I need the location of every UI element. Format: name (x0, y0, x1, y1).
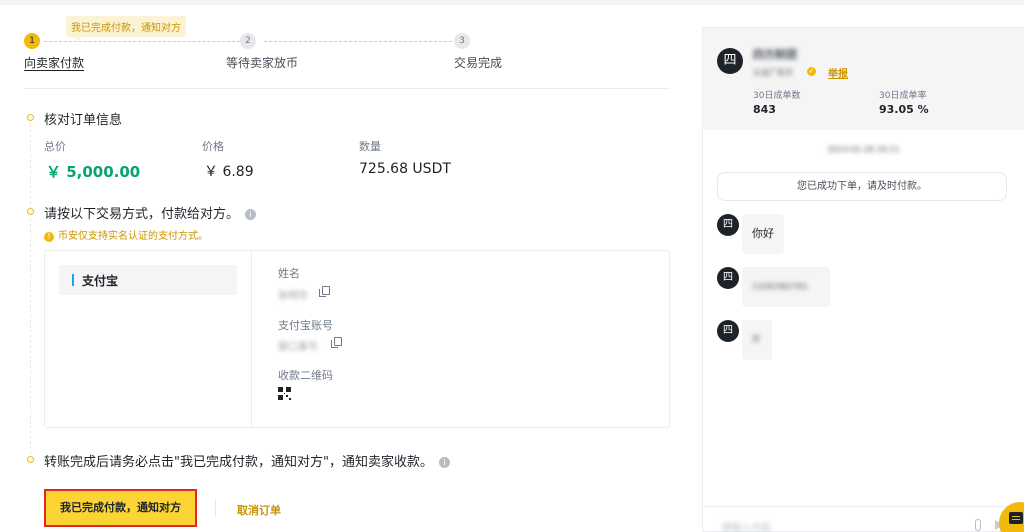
verified-icon: ✓ (807, 67, 816, 76)
qr-label: 收款二维码 (278, 369, 333, 382)
payment-method-tab-alipay[interactable]: 支付宝 (59, 265, 237, 295)
total-label: 总价 (44, 140, 66, 153)
copy-icon[interactable] (331, 337, 342, 348)
confirm-payment-button[interactable]: 我已完成付款，通知对方 (44, 489, 197, 527)
chat-header: 四 四方财团 认证广告方 ✓ 举报 30日成单数 843 30日成单率 93.0… (703, 28, 1024, 130)
copy-icon[interactable] (319, 286, 330, 297)
account-value: 窗口事号 (278, 342, 318, 353)
order-panel: 我已完成付款，通知对方 1 向卖家付款 2 等待卖家放币 3 交易完成 核对订单… (0, 5, 690, 532)
name-value: 张明华 (278, 291, 308, 302)
step-number: 1 (24, 33, 40, 49)
timeline-line (30, 219, 31, 459)
selected-indicator (72, 274, 74, 286)
step-1: 1 向卖家付款 (24, 33, 84, 70)
divider (251, 251, 252, 427)
price-value: ￥ 6.89 (204, 164, 254, 180)
timeline-dot (27, 208, 34, 215)
orders-30d-value: 843 (753, 103, 776, 116)
chat-avatar: 四 (717, 214, 739, 236)
system-message: 您已成功下单，请及时付款。 (717, 172, 1007, 201)
step-label: 等待卖家放币 (226, 56, 299, 70)
seller-subtitle: 认证广告方 (753, 68, 793, 77)
chat-avatar: 四 (717, 267, 739, 289)
total-value: ￥ 5,000.00 (46, 163, 141, 181)
info-icon[interactable]: i (245, 209, 257, 220)
payment-section-title: 请按以下交易方式，付款给对方。 i (44, 203, 257, 222)
seller-avatar: 四 (717, 48, 743, 74)
step-connector (264, 41, 452, 42)
chat-message: 13282962761 (742, 267, 830, 307)
step-label: 交易完成 (454, 56, 503, 70)
payment-title-text: 请按以下交易方式，付款给对方。 (44, 207, 240, 222)
step-2: 2 等待卖家放币 (226, 33, 298, 70)
payment-warning: ! 币安仅支持实名认证的支付方式。 (44, 227, 208, 242)
chat-input-placeholder: 请输入内容 (721, 523, 771, 532)
name-label: 姓名 (278, 267, 300, 280)
step-3: 3 交易完成 (454, 33, 502, 70)
chat-message: 开 (742, 320, 772, 360)
chat-input[interactable]: 请输入内容 (703, 506, 1024, 532)
step-number: 3 (454, 33, 470, 49)
attachment-icon[interactable] (975, 519, 981, 531)
chat-panel: 四 四方财团 认证广告方 ✓ 举报 30日成单数 843 30日成单率 93.0… (702, 27, 1024, 532)
seller-name[interactable]: 四方财团 (753, 46, 797, 62)
step-number: 2 (240, 33, 256, 49)
progress-steps: 1 向卖家付款 2 等待卖家放币 3 交易完成 (24, 33, 674, 73)
orders-30d-label: 30日成单数 (753, 91, 801, 101)
quantity-label: 数量 (359, 140, 381, 153)
notice-section: 转账完成后请务必点击"我已完成付款，通知对方"，通知卖家收款。 i (44, 451, 450, 470)
notice-text: 转账完成后请务必点击"我已完成付款，通知对方"，通知卖家收款。 (44, 455, 433, 470)
payment-details-box: 支付宝 姓名 张明华 支付宝账号 窗口事号 收款二维码 (44, 250, 670, 428)
cancel-order-button[interactable]: 取消订单 (237, 502, 281, 518)
chat-message-text: 13282962761 (752, 282, 808, 291)
divider (215, 499, 216, 517)
payment-method-name: 支付宝 (82, 274, 119, 288)
timeline-line (30, 124, 31, 209)
divider (24, 88, 670, 89)
step-label: 向卖家付款 (24, 56, 85, 70)
warning-text: 币安仅支持实名认证的支付方式。 (58, 231, 208, 242)
step-connector (44, 41, 240, 42)
chat-avatar: 四 (717, 320, 739, 342)
price-label: 价格 (202, 140, 224, 153)
report-link[interactable]: 举报 (828, 65, 848, 80)
chat-message-text: 开 (752, 335, 760, 344)
completion-rate-label: 30日成单率 (879, 91, 927, 101)
order-section-title: 核对订单信息 (44, 113, 123, 128)
info-icon[interactable]: i (438, 457, 450, 468)
chat-icon (1009, 512, 1023, 524)
chat-timestamp: 2023-01-28 20:11 (827, 145, 900, 154)
timeline-dot (27, 114, 34, 121)
warning-icon: ! (44, 232, 54, 242)
timeline-dot (27, 456, 34, 463)
account-label: 支付宝账号 (278, 319, 333, 332)
chat-message: 你好 (742, 214, 784, 254)
quantity-value: 725.68 USDT (359, 161, 451, 177)
qr-code-icon[interactable] (278, 387, 291, 400)
completion-rate-value: 93.05 % (879, 103, 929, 116)
